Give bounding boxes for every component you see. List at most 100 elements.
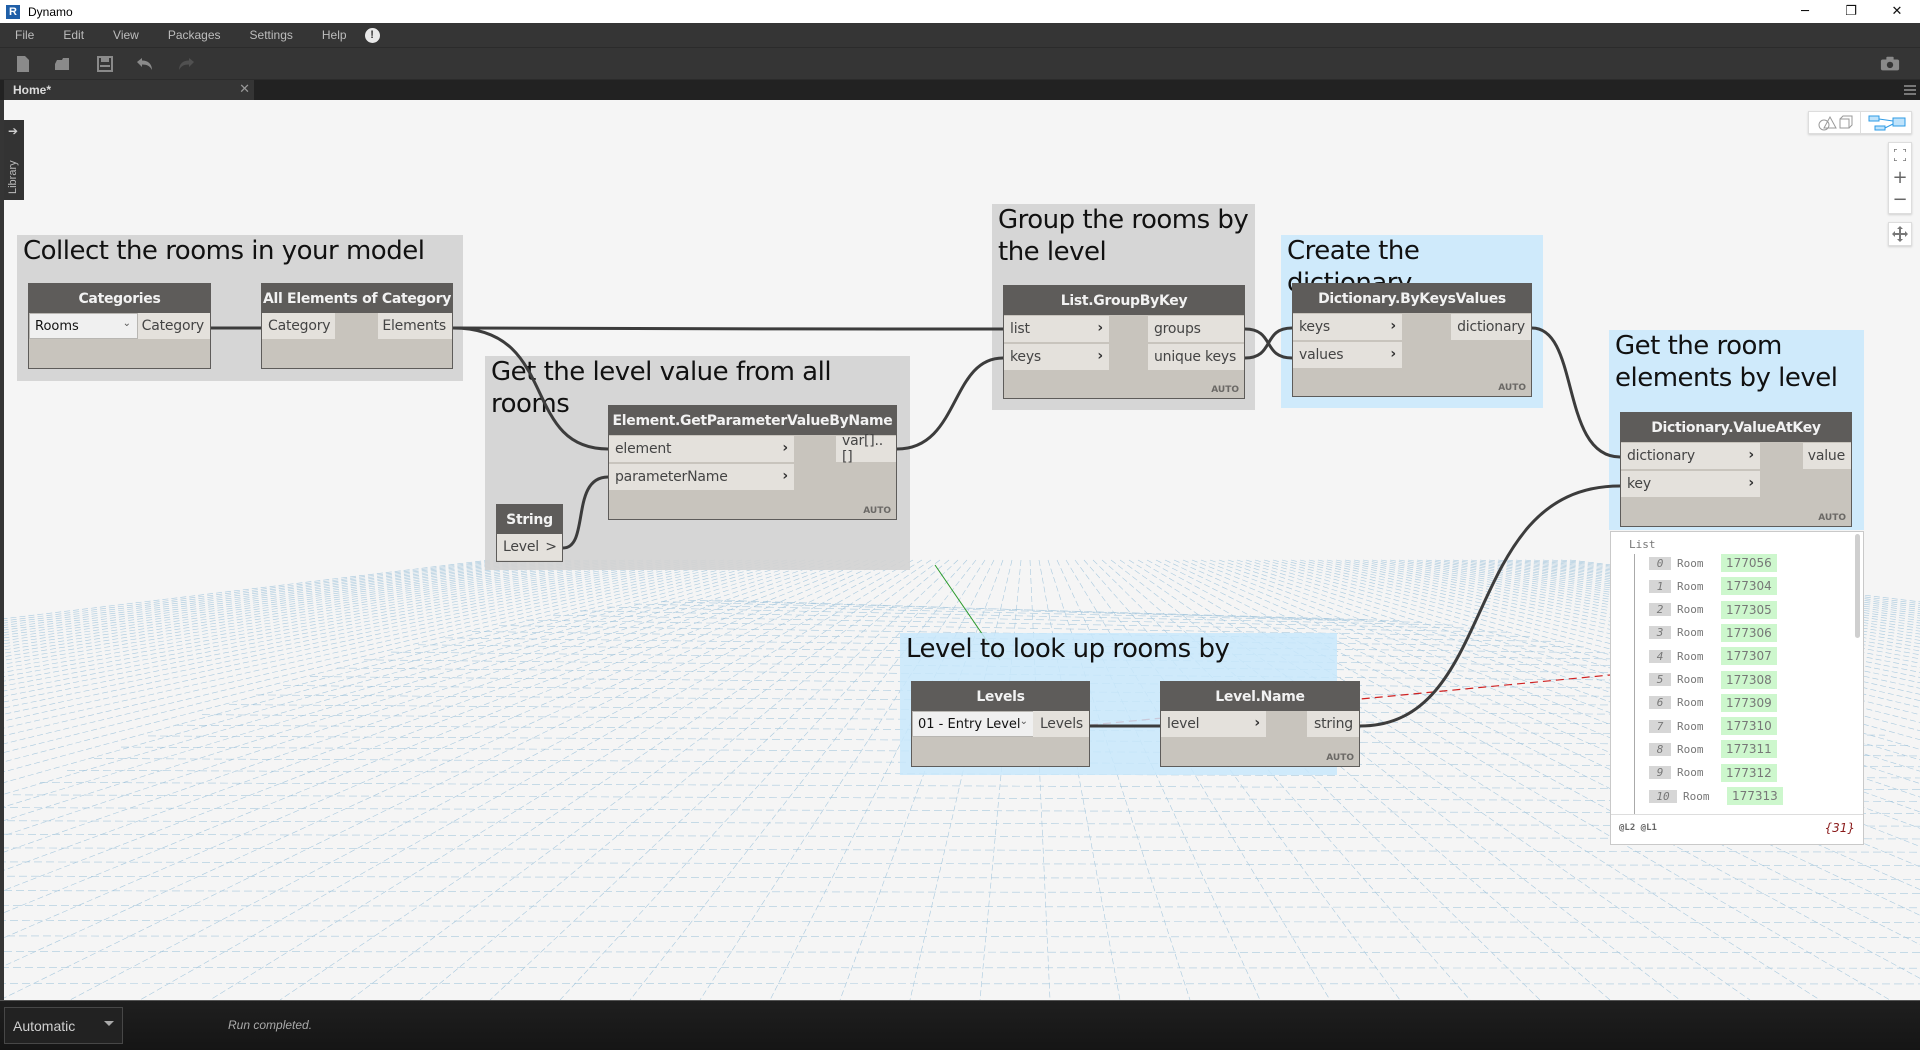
lacing-indicator[interactable]: AUTO	[1498, 383, 1526, 393]
grid-line	[687, 599, 1373, 621]
item-element-id[interactable]: 177305	[1721, 600, 1777, 619]
node-dictionary-value-at-key[interactable]: Dictionary.ValueAtKey dictionary › key ›…	[1620, 412, 1852, 527]
restore-button[interactable]: ❐	[1828, 0, 1874, 23]
pan-button[interactable]	[1888, 222, 1912, 246]
input-port-list[interactable]: list ›	[1004, 316, 1109, 342]
zoom-in-button[interactable]: +	[1889, 167, 1911, 188]
menu-file[interactable]: File	[0, 28, 34, 42]
tab-home[interactable]: Home* ✕	[4, 80, 254, 100]
undo-button[interactable]	[135, 54, 155, 74]
item-element-id[interactable]: 177056	[1721, 554, 1777, 572]
watch-list-item: 10 Room 177313	[1649, 787, 1783, 805]
input-port-keys[interactable]: keys ›	[1293, 314, 1402, 340]
node-all-elements-of-category[interactable]: All Elements of Category Category Elemen…	[261, 283, 453, 369]
zoom-out-button[interactable]: −	[1889, 189, 1911, 210]
output-port-string[interactable]: >	[540, 534, 562, 560]
item-type: Room	[1677, 579, 1704, 593]
node-string[interactable]: String Level >	[496, 504, 563, 562]
save-button[interactable]	[95, 54, 115, 74]
node-levels[interactable]: Levels 01 - Entry Level ⌄ Levels	[911, 681, 1090, 767]
input-port-key[interactable]: key ›	[1621, 471, 1760, 497]
input-port-parameter-name[interactable]: parameterName ›	[609, 464, 794, 490]
item-count: {31}	[1824, 821, 1855, 835]
input-port-keys[interactable]: keys ›	[1004, 344, 1109, 370]
watch-list-item: 9 Room 177312	[1649, 763, 1777, 782]
item-element-id[interactable]: 177304	[1721, 577, 1777, 596]
watch-list-item: 5 Room 177308	[1649, 670, 1777, 689]
output-port-levels[interactable]: Levels	[1033, 711, 1089, 737]
geometry-view-button[interactable]	[1809, 112, 1861, 133]
output-port-var[interactable]: var[]..[]	[836, 433, 896, 465]
menu-help[interactable]: Help	[307, 28, 347, 42]
minimize-button[interactable]: ─	[1782, 0, 1828, 23]
item-type: Room	[1677, 766, 1704, 780]
chevron-down-icon: ⌄	[122, 318, 131, 329]
item-element-id[interactable]: 177308	[1721, 670, 1777, 689]
lacing-indicator[interactable]: AUTO	[1211, 385, 1239, 395]
screenshot-button[interactable]	[1880, 54, 1900, 74]
grid-line	[1029, 559, 1051, 1000]
output-port-elements[interactable]: Elements	[378, 313, 452, 339]
node-level-name[interactable]: Level.Name level › string AUTO	[1160, 681, 1360, 767]
menu-settings[interactable]: Settings	[235, 28, 293, 42]
grid-line	[0, 905, 1920, 909]
item-index: 7	[1649, 719, 1671, 733]
grid-line	[0, 559, 698, 698]
output-port-string[interactable]: string	[1307, 711, 1359, 737]
item-element-id[interactable]: 177311	[1721, 740, 1777, 759]
input-port-category[interactable]: Category	[262, 313, 335, 339]
string-value-input[interactable]: Level	[497, 534, 541, 560]
item-element-id[interactable]: 177307	[1721, 647, 1777, 666]
input-port-values[interactable]: values ›	[1293, 342, 1402, 368]
watch-list-item: 2 Room 177305	[1649, 600, 1777, 619]
node-categories[interactable]: Categories Rooms ⌄ Category	[28, 283, 211, 369]
grid-line	[349, 559, 941, 1000]
output-port-groups[interactable]: groups	[1148, 316, 1244, 342]
category-dropdown[interactable]: Rooms ⌄	[29, 313, 138, 339]
input-port-dictionary[interactable]: dictionary ›	[1621, 443, 1760, 469]
tab-bar: Home* ✕	[0, 80, 1920, 100]
grid-line	[0, 559, 680, 687]
open-file-button[interactable]	[53, 54, 73, 74]
menu-edit[interactable]: Edit	[48, 28, 84, 42]
chevron-right-icon: ›	[1390, 318, 1396, 334]
input-port-level[interactable]: level ›	[1161, 711, 1266, 737]
level-dropdown[interactable]: 01 - Entry Level ⌄	[912, 711, 1035, 737]
node-dictionary-by-keys-values[interactable]: Dictionary.ByKeysValues keys › values › …	[1292, 283, 1532, 397]
hamburger-menu-icon[interactable]	[1904, 83, 1916, 97]
run-mode-dropdown[interactable]: Automatic	[4, 1007, 123, 1044]
menu-packages[interactable]: Packages	[153, 28, 221, 42]
node-preview-bubble[interactable]: List 0 Room 177056 1 Room 177304 2 Room 177305 3 R…	[1610, 531, 1864, 845]
new-file-button[interactable]	[13, 54, 33, 74]
new-file-icon	[17, 56, 29, 72]
lacing-indicator[interactable]: AUTO	[1326, 753, 1354, 763]
item-element-id[interactable]: 177309	[1721, 693, 1777, 712]
item-element-id[interactable]: 177306	[1721, 623, 1777, 642]
output-port-value[interactable]: value	[1803, 443, 1851, 469]
watch-scrollbar[interactable]	[1855, 534, 1860, 638]
list-levels[interactable]: @L2 @L1	[1619, 823, 1657, 833]
item-element-id[interactable]: 177313	[1727, 787, 1783, 805]
output-port-unique-keys[interactable]: unique keys	[1148, 344, 1244, 370]
chevron-right-icon: ›	[1390, 346, 1396, 362]
output-port-dictionary[interactable]: dictionary	[1451, 314, 1531, 340]
close-tab-icon[interactable]: ✕	[239, 82, 250, 97]
node-get-parameter-value-by-name[interactable]: Element.GetParameterValueByName element …	[608, 405, 897, 520]
lacing-indicator[interactable]: AUTO	[863, 506, 891, 516]
item-element-id[interactable]: 177312	[1721, 763, 1777, 782]
redo-button[interactable]	[176, 54, 196, 74]
watch-list-header: List	[1629, 538, 1656, 551]
notification-icon[interactable]: !	[364, 27, 380, 43]
item-element-id[interactable]: 177310	[1721, 717, 1777, 736]
close-window-button[interactable]: ✕	[1874, 0, 1920, 23]
node-list-group-by-key[interactable]: List.GroupByKey list › keys › groups uni…	[1003, 285, 1245, 399]
zoom-fit-button[interactable]	[1889, 145, 1911, 165]
lacing-indicator[interactable]: AUTO	[1818, 513, 1846, 523]
input-port-element[interactable]: element ›	[609, 436, 794, 462]
graph-canvas[interactable]: ➔ Library Collect the rooms in your mode…	[0, 100, 1920, 1000]
output-port-category[interactable]: Category	[138, 313, 210, 339]
menu-view[interactable]: View	[98, 28, 139, 42]
graph-view-button[interactable]	[1861, 112, 1913, 133]
chevron-right-icon: ›	[1748, 475, 1754, 491]
library-toggle[interactable]: ➔ Library	[4, 120, 24, 200]
